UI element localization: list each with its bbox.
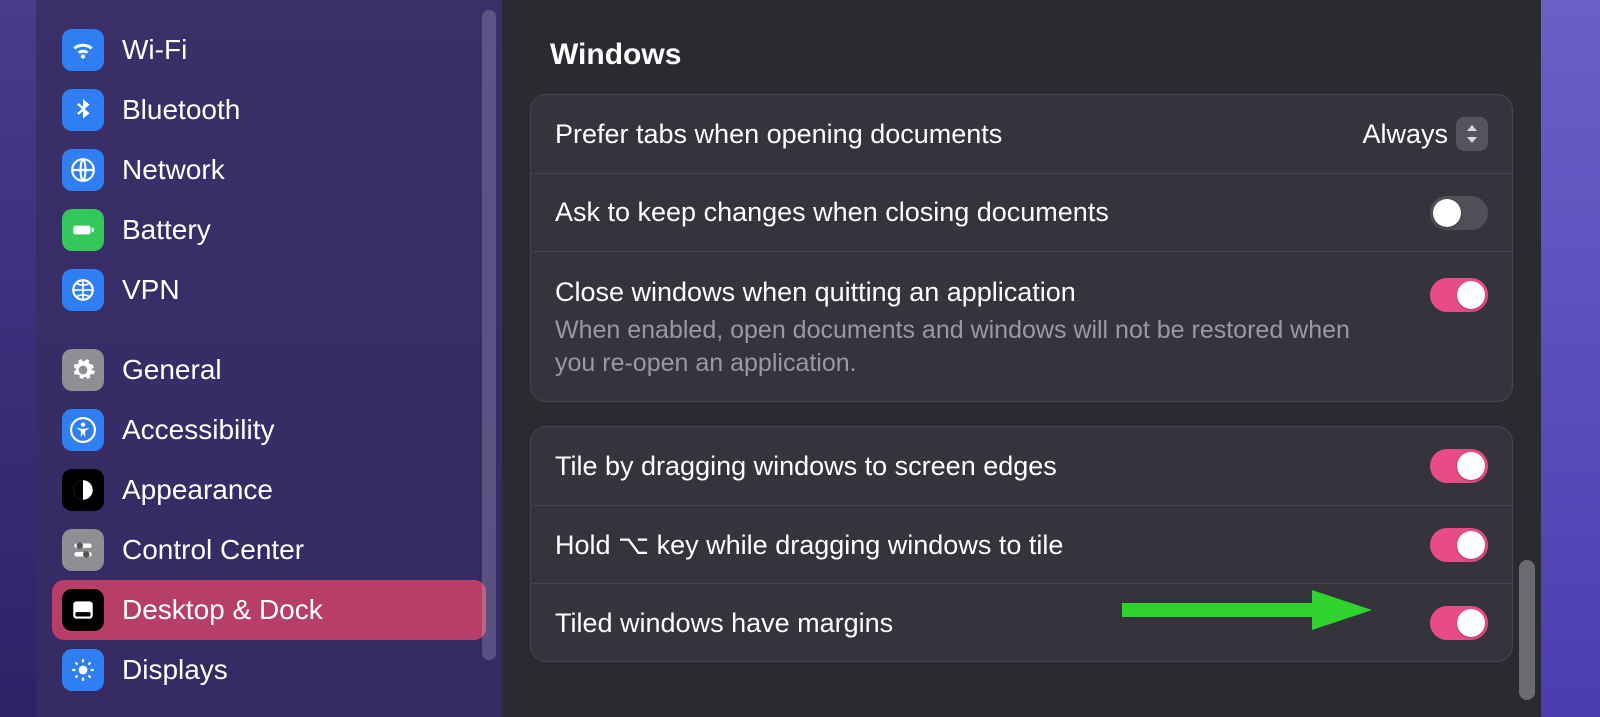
sidebar-label: Accessibility — [122, 414, 274, 446]
appearance-icon — [62, 469, 104, 511]
desktop-right-strip — [1540, 0, 1600, 717]
sidebar-item-displays[interactable]: Displays — [52, 640, 486, 700]
sidebar-label: General — [122, 354, 222, 386]
sidebar-item-battery[interactable]: Battery — [52, 200, 486, 260]
row-prefer-tabs: Prefer tabs when opening documents Alway… — [531, 95, 1512, 173]
sidebar-item-appearance[interactable]: Appearance — [52, 460, 486, 520]
wifi-icon — [62, 29, 104, 71]
ask-keep-label: Ask to keep changes when closing documen… — [555, 194, 1430, 230]
close-windows-label: Close windows when quitting an applicati… — [555, 274, 1430, 310]
sidebar-separator — [52, 320, 486, 340]
close-windows-toggle[interactable] — [1430, 278, 1488, 312]
prefer-tabs-value: Always — [1362, 119, 1448, 150]
sidebar-list: Wi-Fi Bluetooth Network Battery — [52, 20, 486, 700]
hold-option-toggle[interactable] — [1430, 528, 1488, 562]
sidebar-label: VPN — [122, 274, 180, 306]
tile-edges-toggle[interactable] — [1430, 449, 1488, 483]
tiled-margins-toggle[interactable] — [1430, 606, 1488, 640]
brightness-icon — [62, 649, 104, 691]
accessibility-icon — [62, 409, 104, 451]
sliders-icon — [62, 529, 104, 571]
sidebar-item-general[interactable]: General — [52, 340, 486, 400]
sidebar-item-control-center[interactable]: Control Center — [52, 520, 486, 580]
close-windows-sub: When enabled, open documents and windows… — [555, 314, 1375, 379]
hold-option-label: Hold ⌥ key while dragging windows to til… — [555, 527, 1430, 563]
row-tile-edges: Tile by dragging windows to screen edges — [531, 427, 1512, 505]
row-hold-option: Hold ⌥ key while dragging windows to til… — [531, 505, 1512, 583]
panel-windows: Prefer tabs when opening documents Alway… — [530, 94, 1513, 402]
sidebar-label: Control Center — [122, 534, 304, 566]
network-icon — [62, 149, 104, 191]
battery-icon — [62, 209, 104, 251]
prefer-tabs-label: Prefer tabs when opening documents — [555, 116, 1362, 152]
sidebar-label: Displays — [122, 654, 228, 686]
sidebar: Wi-Fi Bluetooth Network Battery — [36, 0, 502, 717]
dock-icon — [62, 589, 104, 631]
prefer-tabs-dropdown[interactable]: Always — [1362, 117, 1488, 151]
chevron-up-down-icon — [1456, 117, 1488, 151]
content-scrollbar[interactable] — [1519, 560, 1535, 700]
desktop-left-strip — [0, 0, 36, 717]
sidebar-item-bluetooth[interactable]: Bluetooth — [52, 80, 486, 140]
bluetooth-icon — [62, 89, 104, 131]
tile-edges-label: Tile by dragging windows to screen edges — [555, 448, 1430, 484]
tiled-margins-label: Tiled windows have margins — [555, 605, 1430, 641]
sidebar-item-network[interactable]: Network — [52, 140, 486, 200]
sidebar-label: Wi-Fi — [122, 34, 187, 66]
sidebar-label: Desktop & Dock — [122, 594, 323, 626]
system-settings-window: Wi-Fi Bluetooth Network Battery — [36, 0, 1541, 717]
globe-icon — [62, 269, 104, 311]
sidebar-label: Bluetooth — [122, 94, 240, 126]
row-close-windows: Close windows when quitting an applicati… — [531, 251, 1512, 401]
sidebar-label: Appearance — [122, 474, 273, 506]
row-tiled-margins: Tiled windows have margins — [531, 583, 1512, 661]
sidebar-label: Network — [122, 154, 225, 186]
sidebar-item-desktop-dock[interactable]: Desktop & Dock — [52, 580, 486, 640]
sidebar-item-accessibility[interactable]: Accessibility — [52, 400, 486, 460]
sidebar-scrollbar[interactable] — [482, 10, 496, 660]
content-pane: Windows Prefer tabs when opening documen… — [502, 0, 1541, 717]
sidebar-label: Battery — [122, 214, 211, 246]
gear-icon — [62, 349, 104, 391]
row-ask-keep-changes: Ask to keep changes when closing documen… — [531, 173, 1512, 251]
panel-tiling: Tile by dragging windows to screen edges… — [530, 426, 1513, 662]
sidebar-item-wifi[interactable]: Wi-Fi — [52, 20, 486, 80]
section-title-windows: Windows — [550, 38, 1513, 72]
sidebar-item-vpn[interactable]: VPN — [52, 260, 486, 320]
ask-keep-toggle[interactable] — [1430, 196, 1488, 230]
